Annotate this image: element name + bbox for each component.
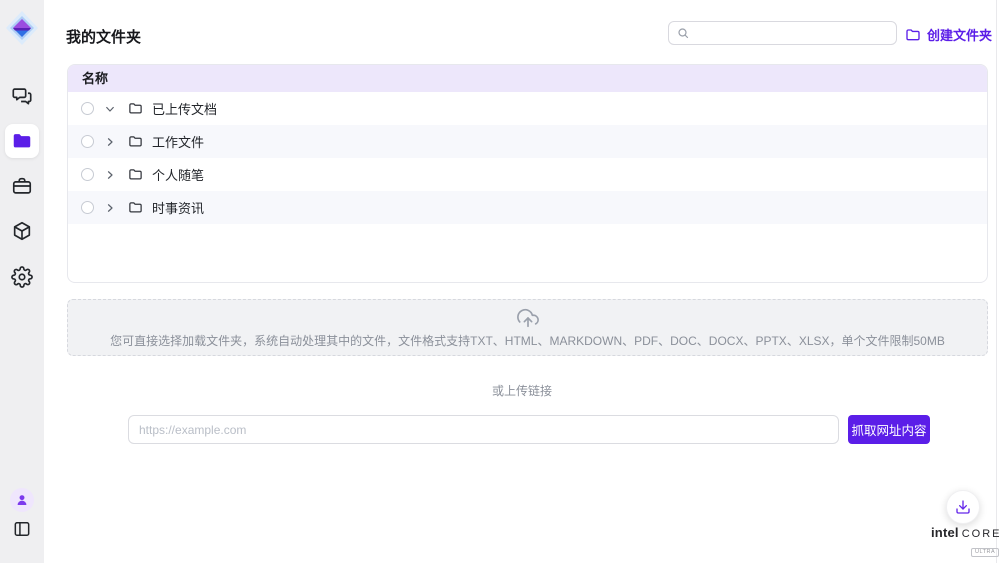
download-fab-button[interactable] [946, 490, 980, 524]
url-input[interactable] [128, 415, 839, 444]
sidebar [0, 0, 44, 563]
folder-icon [11, 130, 33, 152]
ultra-badge: ultra [971, 548, 999, 557]
folder-row-label: 时事资讯 [152, 198, 204, 217]
person-icon [15, 493, 29, 507]
folder-row[interactable]: 已上传文档 [68, 92, 987, 125]
folder-icon [128, 167, 143, 182]
folder-row-label: 工作文件 [152, 132, 204, 151]
settings-gear-icon[interactable] [11, 266, 33, 288]
cube-icon[interactable] [11, 220, 33, 242]
user-avatar[interactable] [10, 488, 34, 512]
search-box[interactable] [668, 21, 897, 45]
folder-plus-icon [905, 27, 921, 43]
row-checkbox[interactable] [81, 201, 94, 214]
briefcase-icon[interactable] [11, 175, 33, 197]
upload-dropzone[interactable]: 您可直接选择加载文件夹，系统自动处理其中的文件，文件格式支持TXT、HTML、M… [67, 299, 988, 356]
download-icon [955, 499, 971, 515]
folder-row-label: 已上传文档 [152, 99, 217, 118]
create-folder-button[interactable]: 创建文件夹 [905, 25, 992, 44]
scrollbar-track [996, 0, 997, 563]
folder-row-label: 个人随笔 [152, 165, 204, 184]
intel-wordmark: intel [931, 525, 959, 540]
intel-core-logo: intel core ultra [931, 525, 993, 558]
folder-icon [128, 134, 143, 149]
sidebar-item-folders[interactable] [5, 124, 39, 158]
folder-icon [128, 200, 143, 215]
folder-icon [128, 101, 143, 116]
folder-table: 名称 已上传文档 [67, 64, 988, 283]
chevron-icon[interactable] [104, 169, 116, 181]
row-checkbox[interactable] [81, 102, 94, 115]
folder-row[interactable]: 工作文件 [68, 125, 987, 158]
core-wordmark: core [962, 528, 1000, 540]
page-title: 我的文件夹 [66, 26, 141, 47]
cloud-upload-icon [517, 307, 539, 329]
create-folder-label: 创建文件夹 [927, 25, 992, 44]
fetch-url-button[interactable]: 抓取网址内容 [848, 415, 930, 444]
folder-table-body: 已上传文档 工作文件 [68, 92, 987, 224]
search-icon [677, 27, 689, 39]
folder-row[interactable]: 时事资讯 [68, 191, 987, 224]
app-window: 我的文件夹 创建文件夹 名称 已 [0, 0, 1000, 563]
row-checkbox[interactable] [81, 135, 94, 148]
chevron-icon[interactable] [104, 136, 116, 148]
search-input[interactable] [695, 26, 888, 40]
collapse-panel-icon[interactable] [12, 519, 32, 539]
folder-row[interactable]: 个人随笔 [68, 158, 987, 191]
upload-hint-text: 您可直接选择加载文件夹，系统自动处理其中的文件，文件格式支持TXT、HTML、M… [110, 332, 945, 349]
chevron-icon[interactable] [104, 103, 116, 115]
table-header-name: 名称 [68, 65, 987, 92]
chevron-icon[interactable] [104, 202, 116, 214]
row-checkbox[interactable] [81, 168, 94, 181]
upload-link-divider: 或上传链接 [44, 382, 1000, 399]
app-logo-icon [5, 10, 39, 46]
chat-icon[interactable] [11, 85, 33, 107]
